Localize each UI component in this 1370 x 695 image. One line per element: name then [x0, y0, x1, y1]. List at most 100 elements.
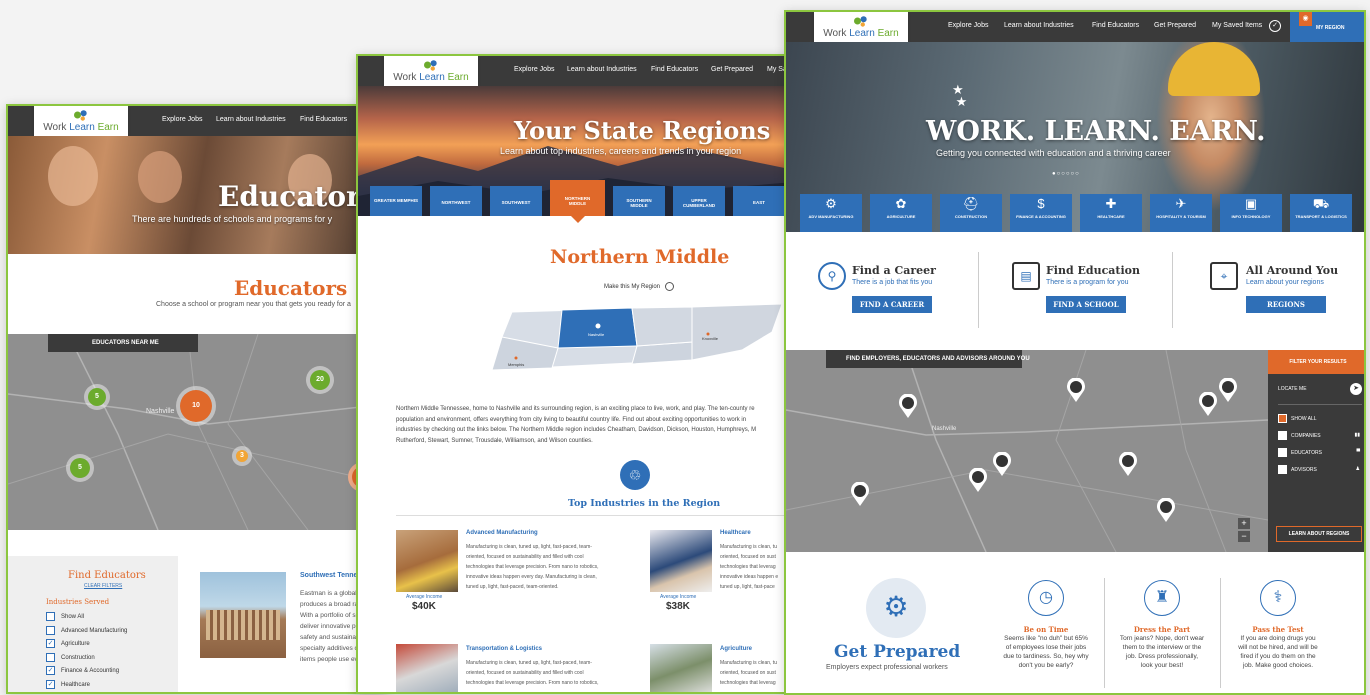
find-career-button[interactable]: FIND A CAREER: [852, 296, 932, 313]
industry-card[interactable]: Agriculture Manufacturing is clean, tu or…: [650, 644, 790, 692]
nav-find-educators[interactable]: Find Educators: [300, 116, 347, 123]
filter-option-educators[interactable]: EDUCATORS ▀: [1278, 448, 1362, 458]
make-my-region-link[interactable]: Make this My Region: [604, 282, 674, 291]
industry-name[interactable]: Advanced Manufacturing: [466, 530, 538, 536]
industry-photo: [396, 530, 458, 592]
filter-item[interactable]: ✓ Healthcare: [46, 679, 127, 693]
advisor-pin[interactable]: [898, 394, 918, 418]
tip-title: Be on Time: [1023, 625, 1069, 634]
filter-item[interactable]: ✓ Finance & Accounting: [46, 666, 127, 680]
checkbox-checked[interactable]: ✓: [46, 639, 55, 648]
regions-button[interactable]: REGIONS: [1246, 296, 1326, 313]
tab-southwest[interactable]: SOUTHWEST: [490, 186, 542, 216]
clear-filters-link[interactable]: CLEAR FILTERS: [84, 583, 122, 589]
tile-construction[interactable]: ⛑ CONSTRUCTION: [940, 194, 1002, 232]
tab-upper-cumberland[interactable]: UPPER CUMBERLAND: [673, 186, 725, 216]
nav-explore-jobs[interactable]: Explore Jobs: [514, 66, 554, 73]
industry-card[interactable]: Advanced Manufacturing Manufacturing is …: [396, 530, 626, 620]
my-region-button[interactable]: ◉ MY REGION: [1290, 12, 1364, 42]
logo[interactable]: Work Learn Earn: [814, 12, 908, 46]
tile-finance[interactable]: $ FINANCE & ACCOUNTING: [1010, 194, 1072, 232]
nav-get-prepared[interactable]: Get Prepared: [711, 66, 753, 73]
educators-map[interactable]: EDUCATORS NEAR ME Nashville 5 10 20 3 5: [8, 334, 384, 530]
find-school-button[interactable]: FIND A SCHOOL: [1046, 296, 1126, 313]
feature-title: Find a Career: [852, 264, 936, 277]
educators-page-screenshot: Explore Jobs Learn about Industries Find…: [6, 104, 386, 694]
zoom-out-button[interactable]: −: [1238, 531, 1250, 542]
feature-find-education: ▤ Find Education There is a program for …: [982, 248, 1172, 344]
pin-circle-icon: [664, 282, 674, 291]
filter-item[interactable]: ✓ Agriculture: [46, 639, 127, 653]
nav-learn-industries[interactable]: Learn about Industries: [216, 116, 286, 123]
map-city-label: Nashville: [932, 426, 957, 432]
checkbox[interactable]: [1278, 431, 1287, 440]
filter-option-show-all[interactable]: SHOW ALL: [1278, 414, 1317, 424]
filter-item[interactable]: Show All: [46, 612, 127, 626]
tile-info-tech[interactable]: ▣ INFO TECHNOLOGY: [1220, 194, 1282, 232]
nav-my-saved-items[interactable]: My Saved Items: [1212, 22, 1262, 29]
checkbox[interactable]: [46, 652, 55, 662]
filter-item[interactable]: Construction: [46, 652, 127, 667]
zoom-in-button[interactable]: +: [1238, 518, 1250, 529]
educator-pin[interactable]: [1066, 378, 1086, 402]
checkbox[interactable]: [46, 625, 55, 635]
advisor-pin[interactable]: [968, 468, 988, 492]
map-cluster[interactable]: 10: [176, 386, 216, 426]
tile-healthcare[interactable]: ✚ HEALTHCARE: [1080, 194, 1142, 232]
tab-southern-middle[interactable]: SOUTHERN MIDDLE: [613, 186, 665, 216]
tile-agriculture[interactable]: ✿ AGRICULTURE: [870, 194, 932, 232]
tile-transport[interactable]: ⛟ TRANSPORT & LOGISTICS: [1290, 194, 1352, 232]
filter-option-companies[interactable]: COMPANIES ▮▮: [1278, 431, 1362, 441]
nav-learn-industries[interactable]: Learn about Industries: [1004, 22, 1074, 29]
map-cluster[interactable]: 5: [84, 384, 110, 410]
employers-map[interactable]: FIND EMPLOYERS, EDUCATORS AND ADVISORS A…: [786, 350, 1268, 552]
nav-find-educators[interactable]: Find Educators: [1092, 22, 1139, 29]
company-pin[interactable]: [1218, 378, 1238, 402]
checkbox[interactable]: [46, 612, 55, 621]
tab-northern-middle[interactable]: NORTHERN MIDDLE: [550, 180, 605, 216]
checkbox[interactable]: [1278, 448, 1287, 457]
checkbox-checked[interactable]: ✓: [46, 666, 55, 675]
filter-header: FILTER YOUR RESULTS: [1268, 350, 1364, 374]
nav-explore-jobs[interactable]: Explore Jobs: [162, 116, 202, 123]
locate-me-row[interactable]: LOCATE ME ➤: [1278, 382, 1362, 396]
learn-regions-button[interactable]: LEARN ABOUT REGIONS: [1276, 526, 1362, 542]
advisor-pin[interactable]: [992, 452, 1012, 476]
industry-name[interactable]: Healthcare: [720, 530, 751, 536]
tennessee-region-map[interactable]: [492, 302, 792, 372]
map-cluster[interactable]: 20: [306, 366, 334, 394]
school-name-link[interactable]: Southwest Tennes: [300, 572, 361, 579]
logo[interactable]: Work Learn Earn: [384, 56, 478, 90]
industry-card[interactable]: Transportation & Logistics Manufacturing…: [396, 644, 626, 692]
filter-item[interactable]: Advanced Manufacturing: [46, 625, 127, 640]
tab-east[interactable]: EAST: [733, 186, 785, 216]
saved-items-icon[interactable]: ✓: [1269, 20, 1281, 32]
nav-find-educators[interactable]: Find Educators: [651, 66, 698, 73]
checkbox-checked[interactable]: ✓: [46, 679, 55, 689]
map-cluster[interactable]: 5: [66, 454, 94, 482]
educator-pin[interactable]: [1118, 452, 1138, 476]
educator-pin[interactable]: [850, 482, 870, 506]
checkbox[interactable]: [1278, 465, 1287, 474]
industry-card[interactable]: Healthcare Manufacturing is clean, tu ori…: [650, 530, 790, 620]
nav-learn-industries[interactable]: Learn about Industries: [567, 66, 637, 73]
advisor-pin[interactable]: [1156, 498, 1176, 522]
nav-get-prepared[interactable]: Get Prepared: [1154, 22, 1196, 29]
gear-icon: ⚙: [825, 196, 837, 211]
tab-northwest[interactable]: NORTHWEST: [430, 186, 482, 216]
advisor-pin[interactable]: [1198, 392, 1218, 416]
map-cluster[interactable]: 3: [232, 446, 252, 466]
filter-option-advisors[interactable]: ADVISORS ♟: [1278, 465, 1362, 475]
industry-name[interactable]: Transportation & Logistics: [466, 646, 542, 652]
tile-hospitality[interactable]: ✈ HOSPITALITY & TOURISM: [1150, 194, 1212, 232]
tab-greater-memphis[interactable]: GREATER MEMPHIS: [370, 186, 422, 216]
carousel-dots[interactable]: ●○○○○○: [1052, 171, 1080, 177]
tile-adv-manufacturing[interactable]: ⚙ ADV MANUFACTURING: [800, 194, 862, 232]
industry-photo: [650, 530, 712, 592]
checkbox[interactable]: [1278, 414, 1287, 423]
industry-name[interactable]: Agriculture: [720, 646, 752, 652]
pill-icon: ⚕: [1260, 580, 1296, 616]
building-icon: ▮▮: [1354, 432, 1360, 438]
nav-explore-jobs[interactable]: Explore Jobs: [948, 22, 988, 29]
hero-subtitle: There are hundreds of schools and progra…: [132, 214, 333, 224]
